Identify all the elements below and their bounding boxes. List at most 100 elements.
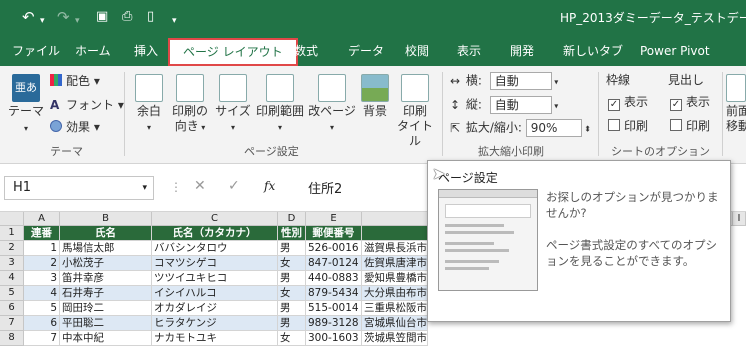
table-cell[interactable]: イシイハルコ (152, 286, 278, 301)
gridlines-view-checkbox[interactable]: ✓ 表示 (608, 94, 648, 111)
redo-icon[interactable]: ↷ (57, 8, 70, 26)
table-header-cell[interactable] (362, 226, 428, 241)
table-cell[interactable]: 愛知県豊橋市 (362, 271, 428, 286)
column-header-a[interactable]: A (24, 212, 60, 226)
table-cell[interactable]: 石井寿子 (60, 286, 152, 301)
table-cell[interactable]: オカダレイジ (152, 301, 278, 316)
table-cell[interactable]: 3 (24, 271, 60, 286)
row-header[interactable]: 7 (0, 316, 24, 331)
table-cell[interactable]: 馬場信太郎 (60, 241, 152, 256)
table-cell[interactable]: 平田聡二 (60, 316, 152, 331)
tab-page-layout[interactable]: ページ レイアウト (168, 38, 298, 66)
print-area-button[interactable]: 印刷範囲 ▾ (254, 74, 306, 135)
table-cell[interactable]: 中本中紀 (60, 331, 152, 346)
effects-button[interactable]: 効果 ▾ (50, 119, 100, 135)
undo-dropdown-icon[interactable]: ▾ (40, 12, 45, 30)
print-titles-button[interactable]: 印刷 タイトル (394, 74, 436, 149)
table-cell[interactable]: 6 (24, 316, 60, 331)
table-cell[interactable]: 847-0124 (306, 256, 362, 271)
scale-field[interactable]: ⇱ 拡大/縮小: 90% ⬍ (450, 119, 591, 138)
table-cell[interactable]: 7 (24, 331, 60, 346)
save-icon[interactable]: ▣ (96, 8, 108, 26)
tab-data[interactable]: データ (348, 36, 384, 66)
headings-view-checkbox[interactable]: ✓ 表示 (670, 94, 710, 111)
table-cell[interactable]: 300-1603 (306, 331, 362, 346)
table-cell[interactable]: ツツイユキヒコ (152, 271, 278, 286)
table-cell[interactable]: 男 (278, 316, 306, 331)
row-header[interactable]: 4 (0, 271, 24, 286)
cancel-icon[interactable]: ✕ (194, 178, 206, 194)
column-header-d[interactable]: D (278, 212, 306, 226)
tab-new-tab[interactable]: 新しいタブ (563, 36, 623, 66)
column-header-e[interactable]: E (306, 212, 362, 226)
tab-insert[interactable]: 挿入 (134, 36, 158, 66)
colors-button[interactable]: 配色 ▾ (50, 73, 100, 89)
size-button[interactable]: サイズ ▾ (212, 74, 254, 135)
tab-developer[interactable]: 開発 (510, 36, 534, 66)
table-header-cell[interactable]: 氏名 (60, 226, 152, 241)
table-cell[interactable]: 女 (278, 286, 306, 301)
table-cell[interactable]: ナカモトユキ (152, 331, 278, 346)
customize-qat-icon[interactable]: ▾ (172, 12, 177, 30)
row-header[interactable]: 1 (0, 226, 24, 241)
table-cell[interactable]: 男 (278, 301, 306, 316)
bring-forward-button[interactable]: 前面 移動 (726, 74, 746, 134)
height-field[interactable]: ↕ 縦: 自動 ▾ (450, 96, 558, 115)
table-cell[interactable]: 2 (24, 256, 60, 271)
undo-icon[interactable]: ↶ (22, 8, 35, 26)
row-header[interactable]: 2 (0, 241, 24, 256)
table-cell[interactable]: コマツシゲコ (152, 256, 278, 271)
tab-review[interactable]: 校閲 (405, 36, 429, 66)
table-cell[interactable]: ヒラタケンジ (152, 316, 278, 331)
breaks-button[interactable]: 改ページ ▾ (306, 74, 358, 135)
row-header[interactable]: 3 (0, 256, 24, 271)
select-all-corner[interactable] (0, 212, 24, 226)
tab-view[interactable]: 表示 (457, 36, 481, 66)
table-cell[interactable]: 小松茂子 (60, 256, 152, 271)
table-cell[interactable]: 5 (24, 301, 60, 316)
print-preview-icon[interactable]: ⎙ (122, 8, 132, 26)
row-header[interactable]: 5 (0, 286, 24, 301)
height-select[interactable]: 自動 (489, 96, 552, 114)
scale-spinner[interactable]: 90% (525, 119, 582, 137)
table-cell[interactable]: 989-3128 (306, 316, 362, 331)
table-cell[interactable]: 岡田玲二 (60, 301, 152, 316)
table-cell[interactable]: 440-0883 (306, 271, 362, 286)
table-cell[interactable]: 男 (278, 271, 306, 286)
table-header-cell[interactable]: 性別 (278, 226, 306, 241)
orientation-button[interactable]: 印刷の 向き ▾ (168, 74, 212, 135)
enter-icon[interactable]: ✓ (228, 178, 240, 194)
table-cell[interactable]: 三重県松阪市 (362, 301, 428, 316)
background-button[interactable]: 背景 (358, 74, 392, 119)
headings-print-checkbox[interactable]: 印刷 (670, 118, 710, 134)
table-cell[interactable]: 女 (278, 256, 306, 271)
table-header-cell[interactable]: 連番 (24, 226, 60, 241)
table-cell[interactable]: 515-0014 (306, 301, 362, 316)
table-cell[interactable]: ババシンタロウ (152, 241, 278, 256)
insert-function-icon[interactable]: fx (264, 179, 275, 193)
table-cell[interactable]: 4 (24, 286, 60, 301)
column-header-b[interactable]: B (60, 212, 152, 226)
table-cell[interactable]: 1 (24, 241, 60, 256)
new-file-icon[interactable]: ▯ (147, 8, 154, 26)
column-header-c[interactable]: C (152, 212, 278, 226)
table-cell[interactable]: 526-0016 (306, 241, 362, 256)
table-cell[interactable]: 佐賀県唐津市 (362, 256, 428, 271)
themes-button[interactable]: 亜あ テーマ ▾ (7, 74, 45, 136)
tab-file[interactable]: ファイル (12, 36, 60, 66)
table-cell[interactable]: 茨城県笠間市 (362, 331, 428, 346)
row-header[interactable]: 8 (0, 331, 24, 346)
table-cell[interactable]: 笛井幸彦 (60, 271, 152, 286)
redo-dropdown-icon[interactable]: ▾ (75, 12, 80, 30)
width-field[interactable]: ↔ 横: 自動 ▾ (450, 72, 558, 91)
row-header[interactable]: 6 (0, 301, 24, 316)
table-cell[interactable]: 大分県由布市 (362, 286, 428, 301)
tab-formulas[interactable]: 数式 (294, 36, 318, 66)
table-cell[interactable]: 879-5434 (306, 286, 362, 301)
gridlines-print-checkbox[interactable]: 印刷 (608, 118, 648, 134)
table-header-cell[interactable]: 氏名（カタカナ） (152, 226, 278, 241)
margins-button[interactable]: 余白 ▾ (130, 74, 168, 135)
tab-power-pivot[interactable]: Power Pivot (640, 36, 710, 66)
table-cell[interactable]: 女 (278, 331, 306, 346)
formula-input[interactable]: 住所2 (308, 178, 342, 197)
